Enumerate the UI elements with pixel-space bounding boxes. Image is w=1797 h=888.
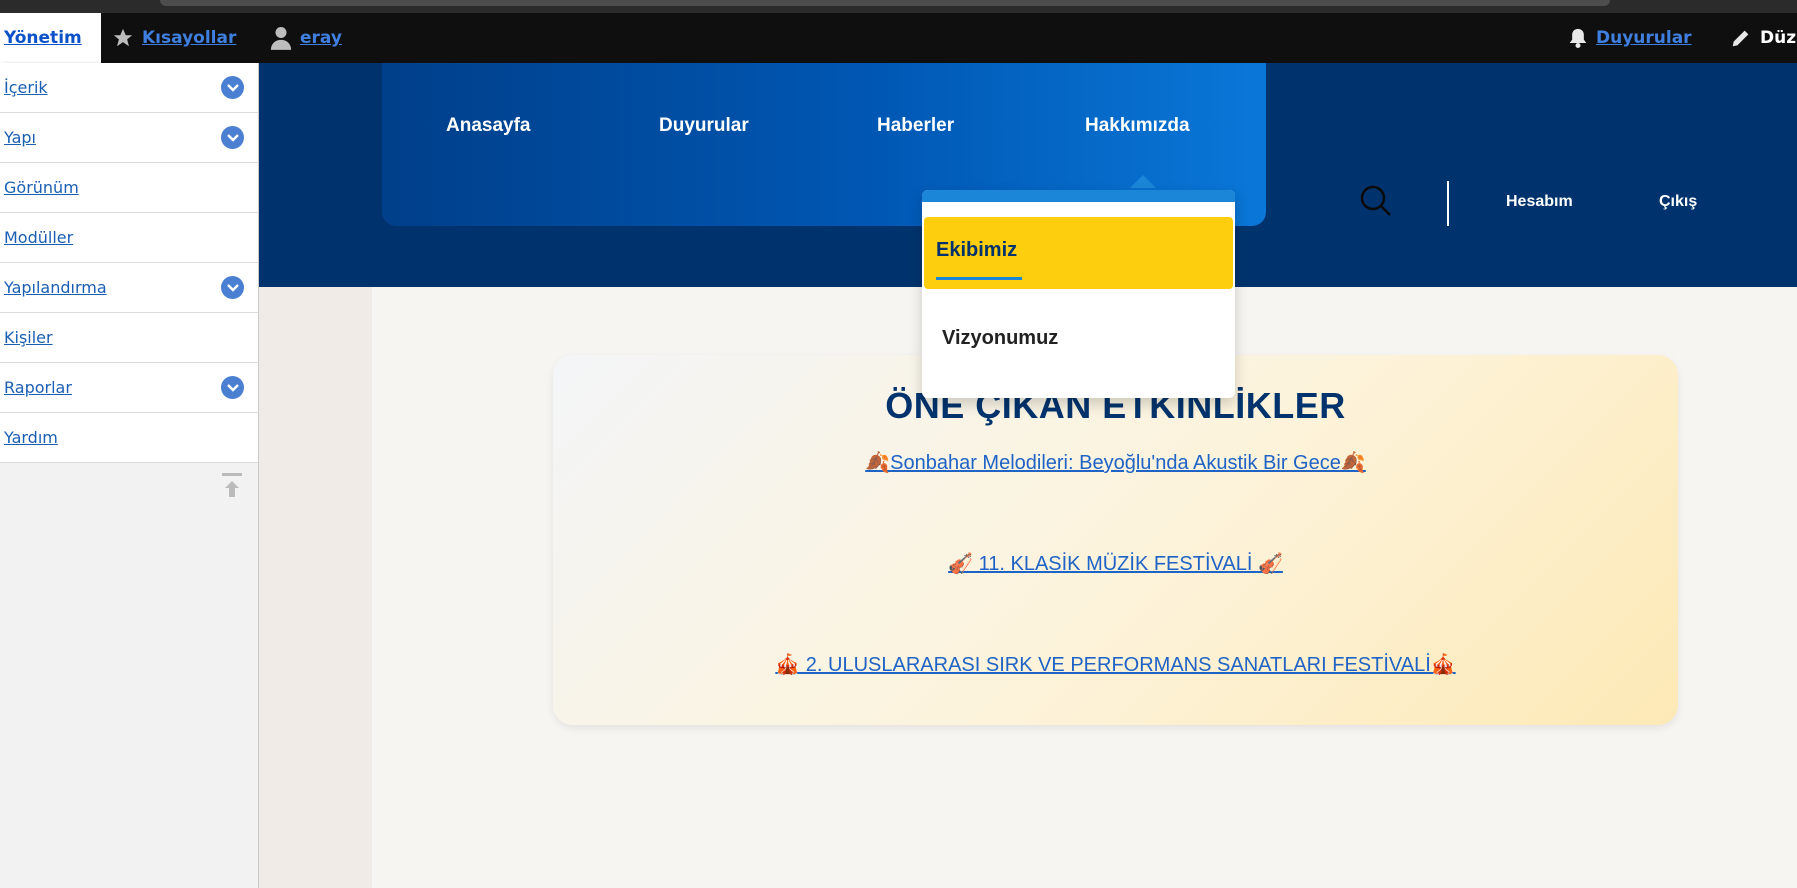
submenu-item-label: Ekibimiz — [936, 239, 1018, 261]
toolbar-edit-tab[interactable]: Düz — [1730, 13, 1796, 63]
tray-item-label[interactable]: Kişiler — [4, 328, 53, 347]
tray-item-yapi[interactable]: Yapı — [0, 113, 258, 163]
event-item: 🎻 11. KLASİK MÜZİK FESTİVALİ 🎻 — [553, 551, 1678, 576]
dropdown-arrow — [1130, 175, 1156, 188]
about-submenu: Ekibimiz Vizyonumuz — [922, 190, 1235, 398]
tray-item-kisiler[interactable]: Kişiler — [0, 313, 258, 363]
tray-item-label[interactable]: Modüller — [4, 228, 73, 247]
browser-strip — [0, 0, 1797, 13]
tray-item-moduller[interactable]: Modüller — [0, 213, 258, 263]
nav-duyurular[interactable]: Duyurular — [659, 115, 749, 137]
tray-orientation-icon[interactable] — [222, 473, 242, 503]
toolbar-shortcuts-tab[interactable]: Kısayollar — [112, 13, 236, 63]
star-icon — [112, 27, 134, 49]
header-divider — [1447, 181, 1449, 226]
tray-item-gorunum[interactable]: Görünüm — [0, 163, 258, 213]
admin-tray-menu: İçerik Yapı Görünüm Modüller Yapılandırm… — [0, 63, 258, 463]
tray-item-yardim[interactable]: Yardım — [0, 413, 258, 463]
toolbar-shortcuts-link[interactable]: Kısayollar — [142, 28, 236, 48]
nav-hakkimizda[interactable]: Hakkımızda — [1085, 115, 1190, 137]
tray-item-yapilandirma[interactable]: Yapılandırma — [0, 263, 258, 313]
event-item: 🎪 2. ULUSLARARASI SIRK VE PERFORMANS SAN… — [553, 652, 1678, 677]
toolbar-user-link[interactable]: eray — [300, 28, 342, 48]
tray-item-label[interactable]: Yardım — [4, 428, 58, 447]
chevron-down-icon[interactable] — [221, 376, 244, 399]
event-link[interactable]: 🎻 11. KLASİK MÜZİK FESTİVALİ 🎻 — [948, 553, 1283, 575]
account-link[interactable]: Hesabım — [1506, 193, 1573, 211]
browser-scrollbar[interactable] — [160, 0, 1610, 6]
tray-item-icerik[interactable]: İçerik — [0, 63, 258, 113]
logout-link[interactable]: Çıkış — [1659, 193, 1697, 211]
toolbar-yonetim-tab[interactable]: Yönetim — [0, 13, 101, 63]
submenu-item-vizyonumuz[interactable]: Vizyonumuz — [942, 327, 1058, 350]
featured-events-card: ÖNE ÇIKAN ETKİNLİKLER 🍂Sonbahar Melodile… — [553, 355, 1678, 725]
toolbar-announcements-tab[interactable]: Duyurular — [1568, 13, 1692, 63]
pencil-icon — [1730, 27, 1752, 49]
tray-item-label[interactable]: Görünüm — [4, 178, 79, 197]
event-link[interactable]: 🎪 2. ULUSLARARASI SIRK VE PERFORMANS SAN… — [775, 654, 1455, 676]
chevron-down-icon[interactable] — [221, 276, 244, 299]
bell-icon — [1568, 27, 1588, 49]
chevron-down-icon[interactable] — [221, 76, 244, 99]
page-gutter — [259, 287, 372, 888]
toolbar-yonetim-link[interactable]: Yönetim — [4, 28, 82, 48]
toolbar-announcements-link[interactable]: Duyurular — [1596, 28, 1692, 48]
user-icon — [270, 26, 292, 50]
search-icon[interactable] — [1360, 185, 1392, 221]
tray-item-label[interactable]: Yapılandırma — [4, 278, 107, 297]
tray-item-raporlar[interactable]: Raporlar — [0, 363, 258, 413]
submenu-item-ekibimiz[interactable]: Ekibimiz — [924, 217, 1233, 289]
toolbar-edit-label[interactable]: Düz — [1760, 28, 1796, 48]
toolbar-user-tab[interactable]: eray — [270, 13, 342, 63]
tray-item-label[interactable]: İçerik — [4, 78, 48, 97]
active-underline — [936, 277, 1022, 280]
tray-item-label[interactable]: Raporlar — [4, 378, 72, 397]
tray-item-label[interactable]: Yapı — [4, 128, 36, 147]
admin-toolbar: Yönetim Kısayollar eray Duyurular Düz — [0, 13, 1797, 63]
dropdown-topbar — [922, 190, 1235, 202]
nav-anasayfa[interactable]: Anasayfa — [446, 115, 531, 137]
nav-haberler[interactable]: Haberler — [877, 115, 954, 137]
admin-tray: İçerik Yapı Görünüm Modüller Yapılandırm… — [0, 63, 259, 888]
event-item: 🍂Sonbahar Melodileri: Beyoğlu'nda Akusti… — [553, 450, 1678, 475]
chevron-down-icon[interactable] — [221, 126, 244, 149]
event-link[interactable]: 🍂Sonbahar Melodileri: Beyoğlu'nda Akusti… — [865, 452, 1366, 474]
